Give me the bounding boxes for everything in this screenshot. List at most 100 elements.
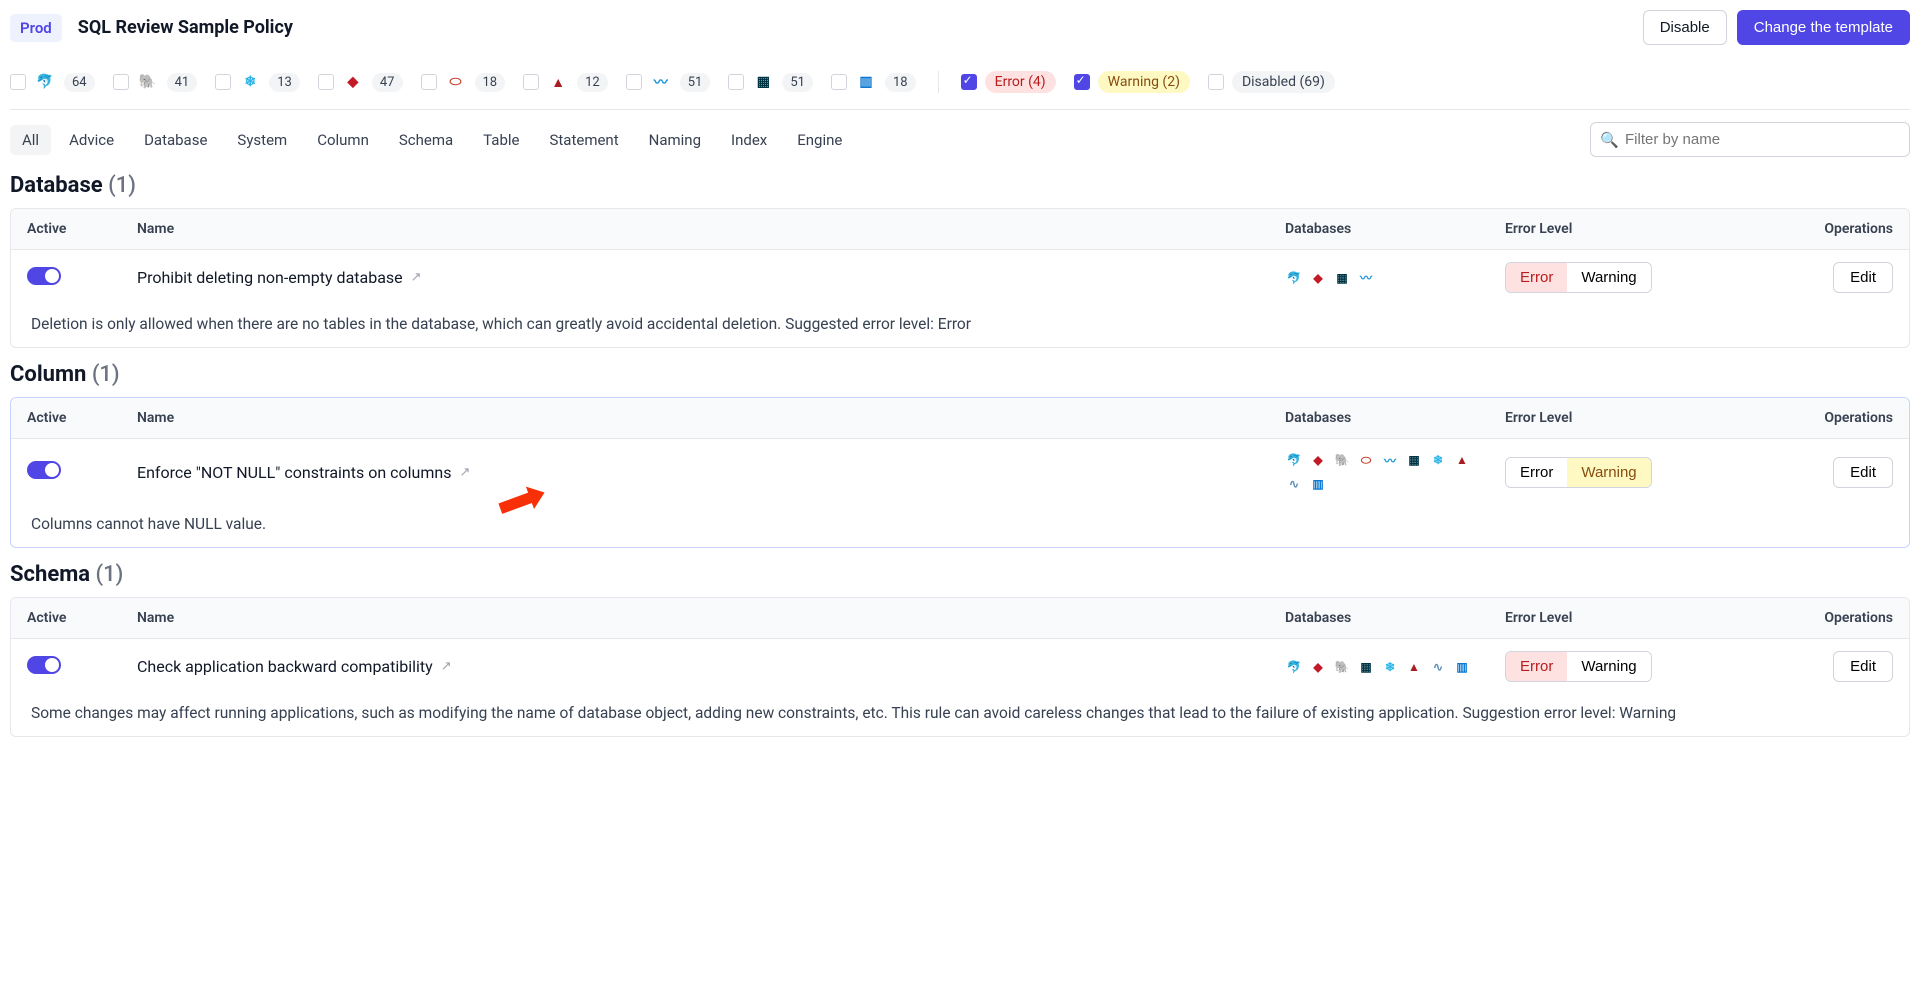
status-filter-warn[interactable]: Warning (2) [1074,71,1190,93]
tab-naming[interactable]: Naming [637,125,713,155]
maria-icon: ▦ [1333,269,1351,287]
checkbox[interactable] [728,74,744,90]
divider [938,71,939,93]
status-filter-err[interactable]: Error (4) [961,71,1056,93]
error-level-button[interactable]: Error [1506,263,1567,292]
table-header: Active Name Databases Error Level Operat… [11,598,1909,639]
rule-name-link[interactable]: Check application backward compatibility… [137,657,452,676]
tab-index[interactable]: Index [719,125,779,155]
checkbox[interactable] [1074,74,1090,90]
count: 51 [782,73,813,92]
tab-advice[interactable]: Advice [57,125,126,155]
rule-name-link[interactable]: Enforce "NOT NULL" constraints on column… [137,463,470,482]
active-toggle[interactable] [27,656,61,674]
tab-column[interactable]: Column [305,125,381,155]
db-filter-oracle[interactable]: ⬭ 18 [421,71,506,93]
tab-system[interactable]: System [225,125,299,155]
db-filter-pg[interactable]: 🐘41 [113,71,198,93]
section-count: (1) [108,173,136,198]
tab-schema[interactable]: Schema [387,125,465,155]
count: 12 [577,73,608,92]
active-toggle[interactable] [27,461,61,479]
count: 18 [885,73,916,92]
cell-name: Prohibit deleting non-empty database ↗ [121,268,1269,287]
count: 13 [269,73,300,92]
cell-error-level: Error Warning [1489,262,1749,293]
status-filter-dis[interactable]: Disabled (69) [1208,71,1335,93]
rule-name-link[interactable]: Prohibit deleting non-empty database ↗ [137,268,422,287]
tab-engine[interactable]: Engine [785,125,854,155]
tidb-icon: ◆ [1309,658,1327,676]
checkbox[interactable] [523,74,539,90]
env-badge[interactable]: Prod [10,14,62,42]
cell-databases: 🐬◆▦〰 [1269,269,1489,287]
db-filter-mssql[interactable]: ▲12 [523,71,608,93]
oracle-icon: ⬭ [445,71,467,93]
table-header: Active Name Databases Error Level Operat… [11,209,1909,250]
change-template-button[interactable]: Change the template [1737,10,1910,45]
table-row: Prohibit deleting non-empty database ↗ 🐬… [11,250,1909,305]
header-left: Prod SQL Review Sample Policy [10,14,293,42]
tab-database[interactable]: Database [132,125,219,155]
status-pill: Warning (2) [1098,71,1190,93]
col-active: Active [11,398,121,438]
error-level-toggle: Error Warning [1505,651,1652,682]
status-pill: Disabled (69) [1232,71,1335,93]
col-databases: Databases [1269,209,1489,249]
checkbox[interactable] [215,74,231,90]
cell-active [11,267,121,289]
snow-icon: ❄ [1429,451,1447,469]
warning-level-button[interactable]: Warning [1567,263,1650,292]
col-databases: Databases [1269,398,1489,438]
section-title-column: Column (1) [10,362,1910,387]
db-filter-ocean[interactable]: 〰51 [626,71,711,93]
checkbox[interactable] [113,74,129,90]
db-filter-dm[interactable]: ▥18 [831,71,916,93]
checkbox[interactable] [831,74,847,90]
checkbox[interactable] [961,74,977,90]
col-error-level: Error Level [1489,598,1749,638]
cell-operations: Edit [1749,457,1909,488]
pg-icon: 🐘 [1333,658,1351,676]
tab-statement[interactable]: Statement [537,125,630,155]
cell-error-level: Error Warning [1489,651,1749,682]
db-filter-tidb[interactable]: ◆47 [318,71,403,93]
search-input[interactable] [1590,122,1910,157]
db-filter-mysql[interactable]: 🐬64 [10,71,95,93]
edit-button[interactable]: Edit [1833,457,1893,488]
mysql-icon: 🐬 [34,71,56,93]
maria-icon: ▦ [752,71,774,93]
active-toggle[interactable] [27,267,61,285]
col-active: Active [11,209,121,249]
tab-table[interactable]: Table [471,125,531,155]
disable-button[interactable]: Disable [1643,10,1727,45]
cell-name: Check application backward compatibility… [121,657,1269,676]
checkbox[interactable] [318,74,334,90]
checkbox[interactable] [626,74,642,90]
count: 18 [475,73,506,92]
col-operations: Operations [1749,209,1909,249]
external-link-icon: ↗ [441,659,452,674]
warning-level-button[interactable]: Warning [1567,458,1650,487]
external-link-icon: ↗ [459,465,470,480]
checkbox[interactable] [421,74,437,90]
col-databases: Databases [1269,598,1489,638]
checkbox[interactable] [10,74,26,90]
mysql-icon: 🐬 [1285,451,1303,469]
tabs-row: AllAdviceDatabaseSystemColumnSchemaTable… [10,122,1910,157]
edit-button[interactable]: Edit [1833,651,1893,682]
count: 51 [680,73,711,92]
error-level-button[interactable]: Error [1506,458,1567,487]
checkbox[interactable] [1208,74,1224,90]
tidb-icon: ◆ [342,71,364,93]
cell-name: Enforce "NOT NULL" constraints on column… [121,463,1269,482]
warning-level-button[interactable]: Warning [1567,652,1650,681]
maria-icon: ▦ [1357,658,1375,676]
db-filter-snow[interactable]: ❄13 [215,71,300,93]
header-buttons: Disable Change the template [1643,10,1910,45]
maria-icon: ▦ [1405,451,1423,469]
edit-button[interactable]: Edit [1833,262,1893,293]
db-filter-maria[interactable]: ▦ 51 [728,71,813,93]
tab-all[interactable]: All [10,125,51,155]
error-level-button[interactable]: Error [1506,652,1567,681]
